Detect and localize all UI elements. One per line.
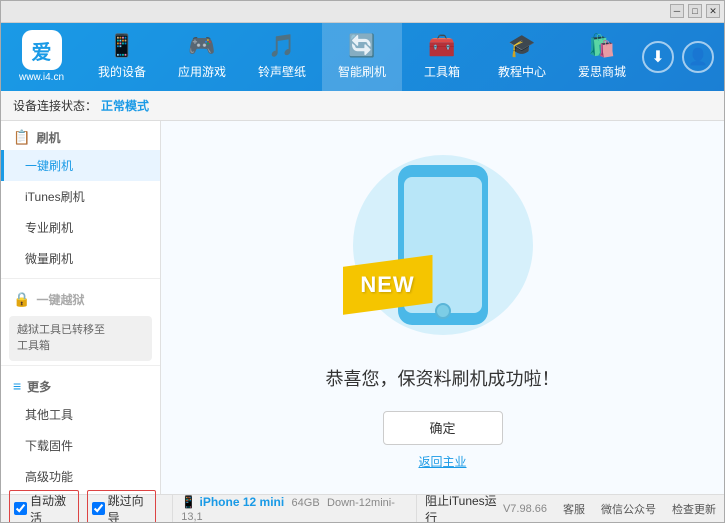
sidebar-item-download-firmware[interactable]: 下载固件 <box>1 430 160 461</box>
logo-url: www.i4.cn <box>19 72 64 83</box>
device-icon: 📱 <box>181 495 199 509</box>
nav-my-device-label: 我的设备 <box>98 63 146 80</box>
sidebar-item-pro-flash[interactable]: 专业刷机 <box>1 212 160 243</box>
sidebar: 📋 刷机 一键刷机 iTunes刷机 专业刷机 微量刷机 🔒 一键越狱 <box>1 121 161 494</box>
my-device-icon: 📱 <box>108 33 135 59</box>
nav-smart-flash-label: 智能刷机 <box>338 63 386 80</box>
success-message: 恭喜您，保资料刷机成功啦！ <box>326 365 560 391</box>
minimize-button[interactable]: ─ <box>670 4 684 18</box>
check-update-link[interactable]: 检查更新 <box>672 501 716 517</box>
nav-shop[interactable]: 🛍️ 爱思商城 <box>562 23 642 91</box>
window-controls: ─ □ ✕ <box>670 4 720 18</box>
stop-itunes-label: 阻止iTunes运行 <box>425 494 497 523</box>
sidebar-item-advanced[interactable]: 高级功能 <box>1 461 160 492</box>
jailbreak-section-label: 一键越狱 <box>36 291 84 308</box>
smart-flash-icon: 🔄 <box>348 33 375 59</box>
wechat-link[interactable]: 微信公众号 <box>601 501 656 517</box>
customer-service-link[interactable]: 客服 <box>563 501 585 517</box>
confirm-button[interactable]: 确定 <box>383 411 503 445</box>
micro-flash-label: 微量刷机 <box>25 252 73 266</box>
phone-illustration: ✦ NEW ✦ <box>343 145 543 345</box>
back-link[interactable]: 返回主业 <box>418 453 466 470</box>
skip-wizard-input[interactable] <box>92 502 105 515</box>
content-area: ✦ NEW ✦ 恭喜您，保资料刷机成功啦！ 确定 返回主业 <box>161 121 724 494</box>
logo-icon: 爱 <box>22 30 62 70</box>
sidebar-item-itunes-flash[interactable]: iTunes刷机 <box>1 181 160 212</box>
ringtones-icon: 🎵 <box>268 33 295 59</box>
logo[interactable]: 爱 www.i4.cn <box>11 30 72 83</box>
hero-container: ✦ NEW ✦ 恭喜您，保资料刷机成功啦！ 确定 返回主业 <box>326 145 560 470</box>
sidebar-item-micro-flash[interactable]: 微量刷机 <box>1 243 160 274</box>
one-click-flash-label: 一键刷机 <box>25 159 73 173</box>
device-storage: 64GB <box>292 497 320 509</box>
new-ribbon: ✦ NEW ✦ <box>343 255 433 315</box>
main-layout: 📋 刷机 一键刷机 iTunes刷机 专业刷机 微量刷机 🔒 一键越狱 <box>1 121 724 494</box>
footer-left: 自动激活 跳过向导 📱 iPhone 12 mini 64GB Down-12m… <box>9 490 503 523</box>
skip-wizard-label: 跳过向导 <box>108 492 152 523</box>
sidebar-section-more: ≡ 更多 <box>1 370 160 399</box>
nav-ringtones[interactable]: 🎵 铃声壁纸 <box>242 23 322 91</box>
jailbreak-section-icon: 🔒 <box>13 291 30 308</box>
more-section-icon: ≡ <box>13 378 21 394</box>
footer-right: V7.98.66 客服 微信公众号 检查更新 <box>503 501 716 517</box>
nav-toolbox-label: 工具箱 <box>424 63 460 80</box>
divider-1 <box>1 278 160 279</box>
sidebar-item-other-tools[interactable]: 其他工具 <box>1 399 160 430</box>
apps-games-icon: 🎮 <box>188 33 215 59</box>
new-badge-text: NEW <box>360 272 414 298</box>
stop-itunes[interactable]: 阻止iTunes运行 <box>416 492 503 523</box>
close-button[interactable]: ✕ <box>706 4 720 18</box>
shop-icon: 🛍️ <box>588 33 615 59</box>
status-bar: 设备连接状态： 正常模式 <box>1 91 724 121</box>
more-section-label: 更多 <box>27 378 51 395</box>
auto-jump-label: 自动激活 <box>30 492 74 523</box>
confirm-button-label: 确定 <box>429 418 455 437</box>
nav-tutorial[interactable]: 🎓 教程中心 <box>482 23 562 91</box>
toolbox-icon: 🧰 <box>428 33 455 59</box>
status-label: 设备连接状态： <box>13 97 97 114</box>
sidebar-section-flash: 📋 刷机 <box>1 121 160 150</box>
header: 爱 www.i4.cn 📱 我的设备 🎮 应用游戏 🎵 铃声壁纸 🔄 智能刷机 <box>1 23 724 91</box>
flash-section-icon: 📋 <box>13 129 30 146</box>
nav-my-device[interactable]: 📱 我的设备 <box>82 23 162 91</box>
auto-jump-input[interactable] <box>14 502 27 515</box>
maximize-button[interactable]: □ <box>688 4 702 18</box>
nav-smart-flash[interactable]: 🔄 智能刷机 <box>322 23 402 91</box>
footer-device-info: 📱 iPhone 12 mini 64GB Down-12mini-13,1 <box>172 495 400 523</box>
pro-flash-label: 专业刷机 <box>25 221 73 235</box>
nav-ringtones-label: 铃声壁纸 <box>258 63 306 80</box>
status-value: 正常模式 <box>101 97 149 114</box>
auto-jump-checkbox[interactable]: 自动激活 <box>9 490 79 523</box>
nav-toolbox[interactable]: 🧰 工具箱 <box>402 23 482 91</box>
tutorial-icon: 🎓 <box>508 33 535 59</box>
sidebar-item-one-click-flash[interactable]: 一键刷机 <box>1 150 160 181</box>
account-button[interactable]: 👤 <box>682 41 714 73</box>
divider-2 <box>1 365 160 366</box>
title-bar: ─ □ ✕ <box>1 1 724 23</box>
version-label: V7.98.66 <box>503 503 547 515</box>
device-name: iPhone 12 mini <box>200 495 285 509</box>
nav-tutorial-label: 教程中心 <box>498 63 546 80</box>
download-firmware-label: 下载固件 <box>25 439 73 453</box>
other-tools-label: 其他工具 <box>25 408 73 422</box>
phone-home-button <box>435 303 451 319</box>
nav-shop-label: 爱思商城 <box>578 63 626 80</box>
skip-wizard-checkbox[interactable]: 跳过向导 <box>87 490 157 523</box>
footer: 自动激活 跳过向导 📱 iPhone 12 mini 64GB Down-12m… <box>1 494 724 522</box>
app-window: ─ □ ✕ 爱 www.i4.cn 📱 我的设备 🎮 应用游戏 🎵 铃声壁纸 <box>0 0 725 523</box>
jailbreak-notice: 越狱工具已转移至工具箱 <box>9 316 152 361</box>
nav-apps-games-label: 应用游戏 <box>178 63 226 80</box>
header-right-buttons: ⬇ 👤 <box>642 41 714 73</box>
nav-apps-games[interactable]: 🎮 应用游戏 <box>162 23 242 91</box>
new-badge: ✦ NEW ✦ <box>343 255 433 315</box>
sidebar-section-jailbreak: 🔒 一键越狱 <box>1 283 160 312</box>
nav-bar: 📱 我的设备 🎮 应用游戏 🎵 铃声壁纸 🔄 智能刷机 🧰 工具箱 🎓 <box>82 23 642 91</box>
advanced-label: 高级功能 <box>25 470 73 484</box>
flash-section-label: 刷机 <box>36 129 60 146</box>
itunes-flash-label: iTunes刷机 <box>25 190 85 204</box>
download-button[interactable]: ⬇ <box>642 41 674 73</box>
